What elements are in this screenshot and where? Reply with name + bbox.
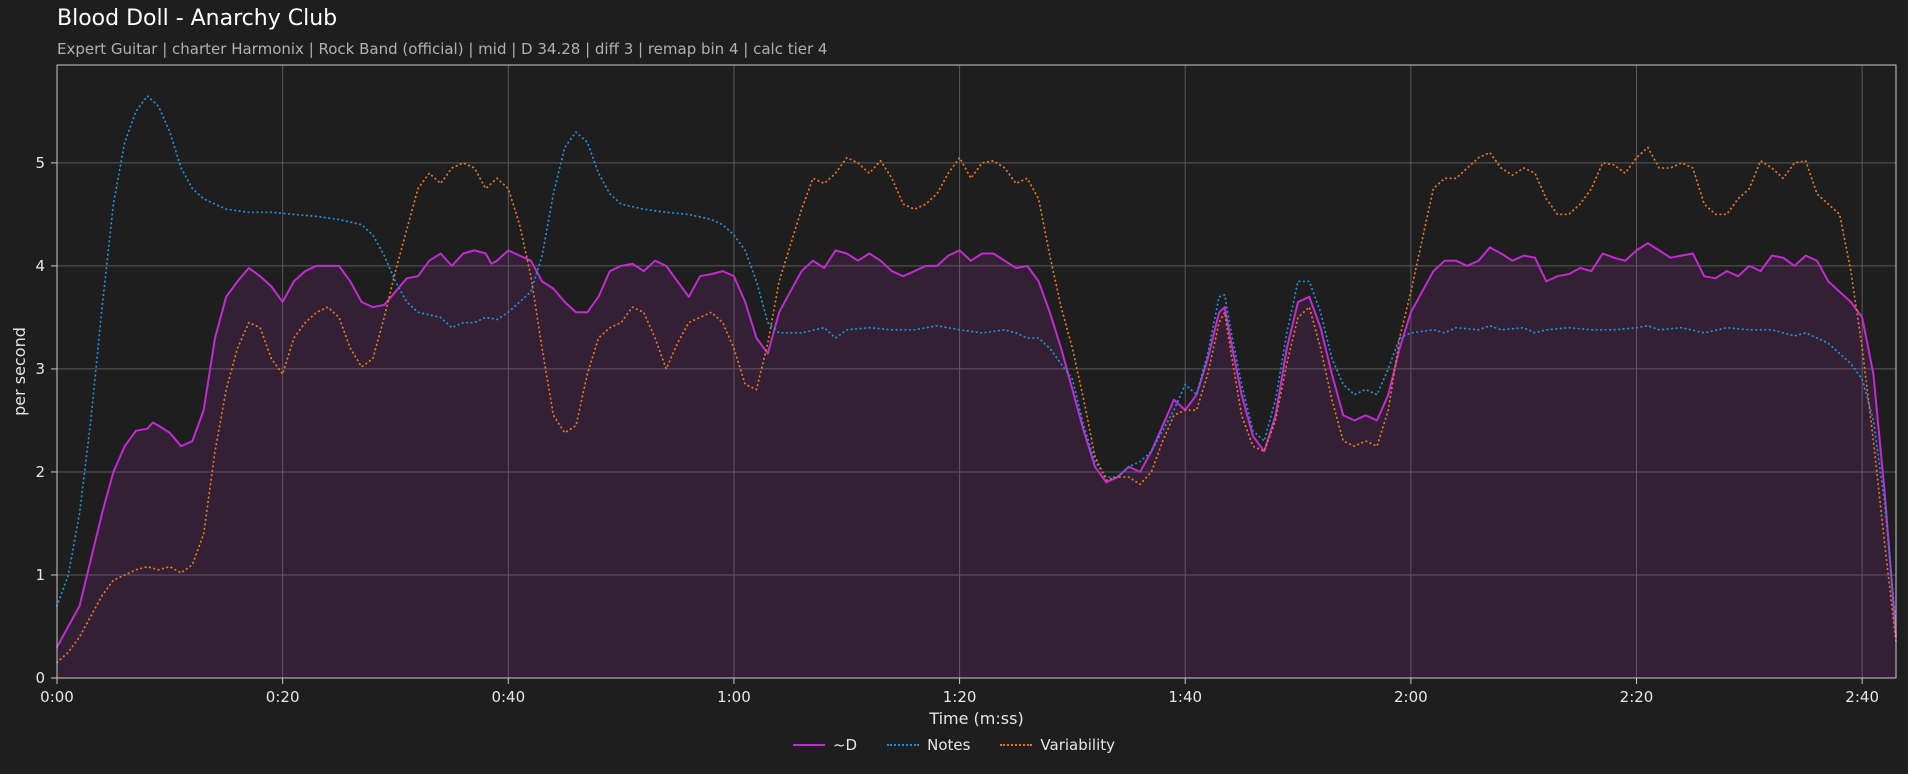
legend-swatch-d (792, 744, 825, 746)
y-tick-label: 5 (35, 154, 45, 172)
y-tick-label: 1 (35, 566, 45, 584)
legend-label-notes: Notes (927, 736, 971, 754)
legend-label-d: ~D (832, 736, 858, 754)
series-layer (56, 95, 1897, 678)
x-tick-label: 2:40 (1845, 688, 1879, 706)
x-tick-label: 1:00 (717, 688, 751, 706)
x-axis-label: Time (m:ss) (928, 709, 1023, 728)
y-tick-label: 4 (35, 257, 45, 275)
legend-item-variability: Variability (1000, 736, 1115, 754)
y-tick-label: 0 (35, 669, 45, 687)
legend-swatch-notes (887, 744, 920, 746)
x-tick-label: 2:00 (1394, 688, 1428, 706)
legend-label-variability: Variability (1040, 736, 1116, 754)
x-tick-label: 0:00 (40, 688, 74, 706)
chart-plot: 0:00 0:20 0:40 1:00 1:20 1:40 2:00 2:20 2:40 0 1 2 3… (10, 64, 1897, 728)
x-tick-label: 1:40 (1168, 688, 1202, 706)
x-tick-label: 1:20 (943, 688, 977, 706)
legend-item-notes: Notes (887, 736, 970, 754)
legend: ~D Notes Variability (0, 736, 1908, 754)
x-tick-label: 0:40 (491, 688, 525, 706)
x-tick-label: 2:20 (1620, 688, 1654, 706)
series-area-d (57, 243, 1896, 678)
y-tick-label: 2 (35, 463, 45, 481)
x-tick-label: 0:20 (266, 688, 300, 706)
legend-item-d: ~D (792, 736, 858, 754)
y-tick-label: 3 (35, 360, 45, 378)
legend-swatch-variability (1000, 744, 1033, 746)
y-axis-label: per second (10, 327, 29, 416)
